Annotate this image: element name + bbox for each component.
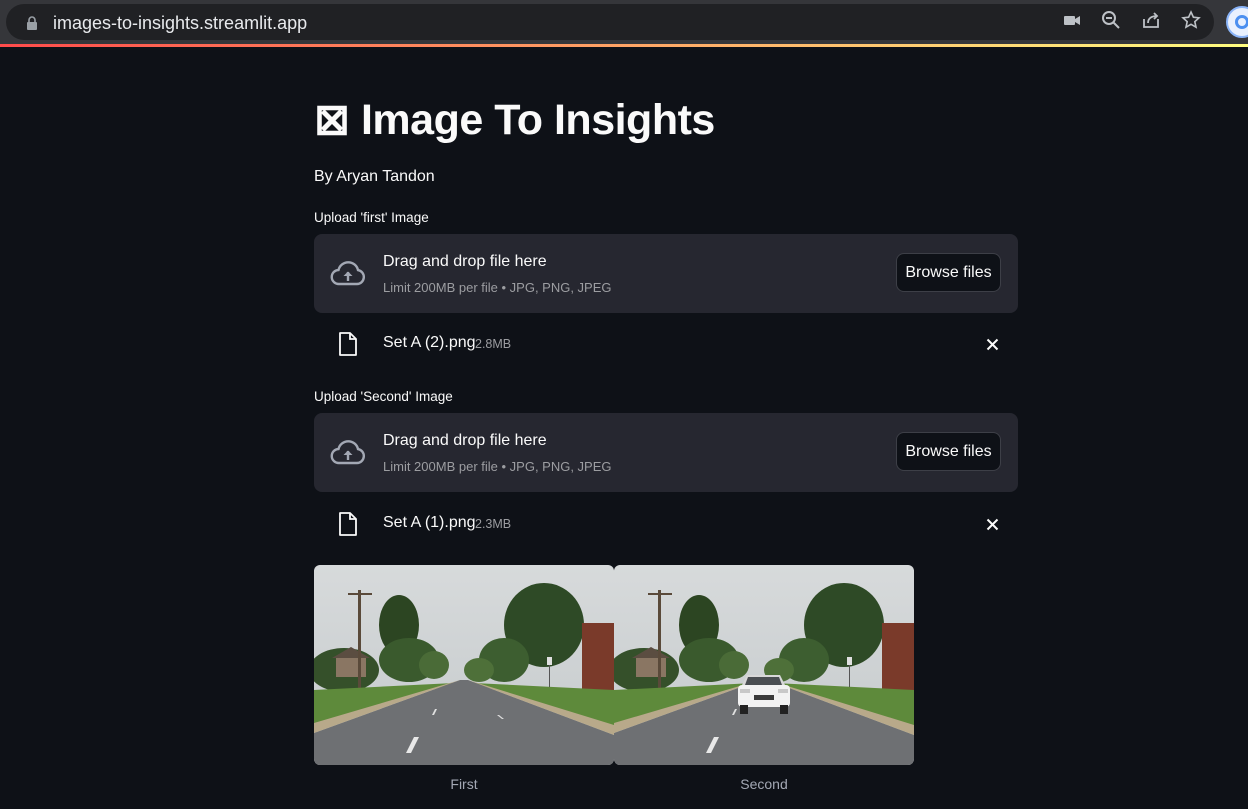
- share-icon[interactable]: [1141, 10, 1161, 30]
- first-file-size: 2.8MB: [475, 337, 512, 351]
- bookmark-star-icon[interactable]: [1181, 10, 1201, 30]
- second-image-caption: Second: [740, 776, 788, 792]
- zoom-out-icon[interactable]: [1101, 10, 1121, 30]
- browser-toolbar: images-to-insights.streamlit.app: [0, 0, 1248, 44]
- second-file-size: 2.3MB: [475, 517, 512, 531]
- second-file-name: Set A (1).png: [383, 514, 476, 531]
- camera-icon[interactable]: [1062, 10, 1082, 30]
- second-uploaded-file: Set A (1).png 2.3MB: [314, 505, 1018, 545]
- page-title: ⊠ Image To Insights: [314, 96, 715, 144]
- second-dropzone[interactable]: Drag and drop file here Limit 200MB per …: [314, 413, 1018, 492]
- second-upload-label: Upload 'Second' Image: [314, 389, 453, 404]
- lock-icon[interactable]: [26, 16, 38, 30]
- file-icon: [339, 512, 357, 536]
- first-file-name: Set A (2).png: [383, 334, 476, 351]
- author-text: By Aryan Tandon: [314, 168, 435, 185]
- profile-icon[interactable]: [1226, 6, 1248, 38]
- second-drop-title: Drag and drop file here: [383, 432, 547, 449]
- second-drop-limit: Limit 200MB per file • JPG, PNG, JPEG: [383, 459, 612, 474]
- first-drop-title: Drag and drop file here: [383, 253, 547, 270]
- file-icon: [339, 332, 357, 356]
- cloud-upload-icon: [330, 261, 366, 286]
- first-drop-limit: Limit 200MB per file • JPG, PNG, JPEG: [383, 280, 612, 295]
- first-remove-file-icon[interactable]: [986, 338, 999, 351]
- second-remove-file-icon[interactable]: [986, 518, 999, 531]
- first-dropzone[interactable]: Drag and drop file here Limit 200MB per …: [314, 234, 1018, 313]
- first-browse-files-button[interactable]: Browse files: [896, 253, 1001, 292]
- first-upload-label: Upload 'first' Image: [314, 210, 429, 225]
- first-image-caption: First: [450, 776, 478, 792]
- first-image: [314, 565, 614, 765]
- first-uploaded-file: Set A (2).png 2.8MB: [314, 325, 1018, 365]
- header-decoration: [0, 44, 1248, 47]
- second-browse-files-button[interactable]: Browse files: [896, 432, 1001, 471]
- address-bar[interactable]: images-to-insights.streamlit.app: [6, 4, 1214, 40]
- url-text[interactable]: images-to-insights.streamlit.app: [53, 13, 307, 34]
- cloud-upload-icon: [330, 440, 366, 465]
- second-image: [614, 565, 914, 765]
